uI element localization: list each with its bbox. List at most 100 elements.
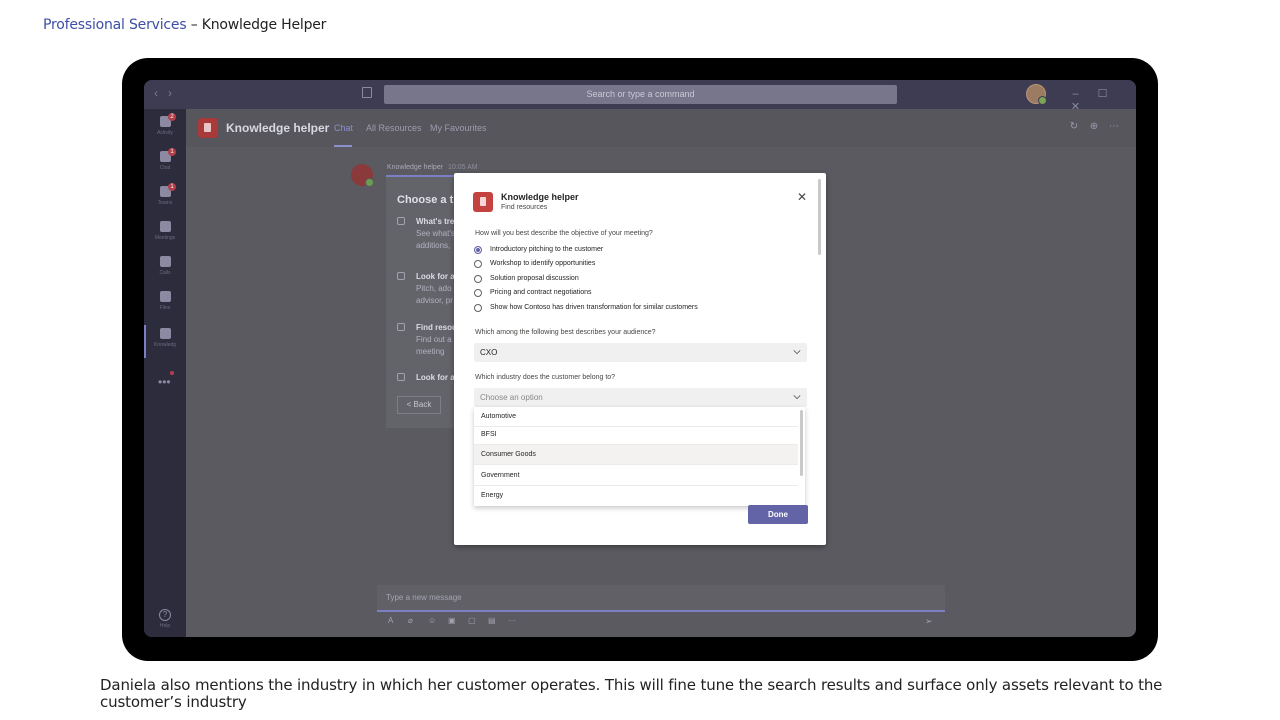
back-arrow-icon[interactable]: ‹: [154, 86, 168, 100]
knowledge-icon: [159, 328, 171, 339]
card-option-title: What's tre: [416, 217, 455, 226]
dialog-subtitle: Find resources: [501, 204, 548, 211]
card-title: Choose a t: [397, 194, 454, 206]
meet-now-icon[interactable]: ▤: [488, 616, 508, 625]
rail-item-files[interactable]: Files: [144, 288, 186, 321]
radio-label: Introductory pitching to the customer: [490, 246, 604, 253]
rail-item-meetings[interactable]: Meetings: [144, 218, 186, 251]
rail-item-calls[interactable]: Calls: [144, 253, 186, 286]
industry-option-energy[interactable]: Energy: [474, 486, 798, 506]
card-option-desc: See what's: [416, 229, 455, 238]
message-composer[interactable]: Type a new message: [377, 585, 945, 612]
question-industry: Which industry does the customer belong …: [475, 374, 616, 381]
tab-chat[interactable]: Chat: [334, 123, 353, 133]
rail-item-knowledge[interactable]: Knowledg: [144, 325, 186, 358]
sticker-icon[interactable]: ▢: [468, 616, 488, 625]
rail-item-activity[interactable]: 2 Activity: [144, 113, 186, 146]
industry-option-automotive[interactable]: Automotive: [474, 407, 798, 427]
app-name: Knowledge helper: [226, 121, 330, 135]
bot-avatar: [351, 164, 374, 187]
phone-icon: [159, 256, 171, 267]
more-options-icon[interactable]: ⋯: [1104, 121, 1124, 132]
attach-icon[interactable]: ⌀: [408, 616, 428, 625]
knowledge-helper-logo-icon: [198, 118, 218, 138]
tab-all-resources[interactable]: All Resources: [366, 123, 422, 133]
close-icon[interactable]: ✕: [794, 189, 810, 205]
audience-select-value: CXO: [480, 348, 498, 357]
industry-option-bfsi[interactable]: BFSI: [474, 425, 798, 445]
industry-select[interactable]: Choose an option: [474, 388, 807, 407]
audience-select[interactable]: CXO: [474, 343, 807, 362]
gif-icon[interactable]: ▣: [448, 616, 468, 625]
dialog-title: Knowledge helper: [501, 192, 579, 202]
industry-option-government[interactable]: Government: [474, 466, 798, 486]
message-sender: Knowledge helper: [387, 164, 444, 171]
emoji-icon[interactable]: ☺: [428, 616, 448, 625]
rail-item-help[interactable]: ? Help: [144, 609, 186, 629]
message-time: 10:05 AM: [448, 164, 478, 171]
title-bar: ‹› Search or type a command – ☐✕: [144, 80, 1136, 113]
composer-toolbar: A ⌀ ☺ ▣ ▢ ▤ ⋯: [388, 616, 528, 625]
chat-badge: 1: [168, 148, 176, 156]
composer-placeholder: Type a new message: [386, 593, 462, 602]
card-option-desc: meeting: [416, 347, 445, 356]
active-tab-indicator: [334, 145, 352, 147]
rail-label: Calls: [159, 270, 171, 276]
maximize-icon[interactable]: ☐: [1089, 87, 1116, 100]
minimize-icon[interactable]: –: [1062, 88, 1089, 100]
send-icon[interactable]: ➢: [925, 616, 933, 627]
card-option-title: Look for a: [416, 272, 455, 281]
radio-icon: [474, 304, 482, 312]
header-actions: ↻ ⊕ ⋯: [1064, 121, 1124, 132]
forward-arrow-icon[interactable]: ›: [168, 86, 182, 100]
radio-label: Solution proposal discussion: [490, 275, 579, 282]
radio-icon: [474, 260, 482, 268]
rail-label: Meetings: [154, 235, 176, 241]
rail-label: Teams: [157, 200, 173, 206]
industry-select-placeholder: Choose an option: [480, 393, 543, 402]
more-apps-icon[interactable]: •••: [158, 375, 171, 389]
radio-checked-icon: [474, 246, 482, 254]
dialog-scrollbar[interactable]: [818, 179, 821, 255]
rail-label: Files: [159, 305, 171, 311]
search-icon: [397, 323, 405, 331]
rail-label: Knowledg: [154, 342, 176, 348]
teams-badge: 1: [168, 183, 176, 191]
card-option-desc: advisor, pr: [416, 296, 453, 305]
dropdown-scrollbar[interactable]: [800, 410, 803, 476]
chevron-down-icon: [793, 350, 801, 355]
nav-arrows[interactable]: ‹›: [154, 86, 182, 100]
rail-label: Activity: [157, 130, 173, 136]
more-compose-icon[interactable]: ⋯: [508, 616, 528, 625]
globe-icon[interactable]: ⊕: [1084, 121, 1104, 132]
task-module-dialog: Knowledge helper Find resources ✕ How wi…: [454, 173, 826, 545]
question-audience: Which among the following best describes…: [475, 329, 656, 336]
card-option-desc: Find out a: [416, 335, 452, 344]
rail-item-chat[interactable]: 1 Chat: [144, 148, 186, 181]
new-chat-icon[interactable]: [362, 87, 372, 98]
radio-label: Show how Contoso has driven transformati…: [490, 304, 698, 311]
document-icon: [397, 272, 405, 280]
format-icon[interactable]: A: [388, 616, 408, 625]
tab-my-favourites[interactable]: My Favourites: [430, 123, 487, 133]
radio-icon: [474, 289, 482, 297]
app-header: Knowledge helper Chat All Resources My F…: [186, 109, 1136, 147]
file-icon: [159, 291, 171, 302]
card-option-title: Look for a: [416, 373, 455, 382]
rail-item-teams[interactable]: 1 Teams: [144, 183, 186, 216]
industry-option-consumer-goods[interactable]: Consumer Goods: [474, 445, 798, 465]
card-option-title: Find resou: [416, 323, 457, 332]
user-avatar[interactable]: [1026, 84, 1047, 105]
refresh-icon[interactable]: ↻: [1064, 121, 1084, 132]
rail-label: Chat: [159, 165, 171, 171]
message-meta: Knowledge helper 10:05 AM: [387, 164, 478, 171]
radio-label: Pricing and contract negotiations: [490, 289, 592, 296]
card-option-desc: Pitch, ado: [416, 284, 452, 293]
back-button[interactable]: < Back: [397, 396, 441, 414]
slide-caption: Daniela also mentions the industry in wh…: [100, 676, 1163, 711]
card-option-desc: additions,: [416, 241, 451, 250]
device-frame: ‹› Search or type a command – ☐✕ 2 Activi…: [122, 58, 1158, 661]
done-button[interactable]: Done: [748, 505, 808, 524]
industry-dropdown-list: Automotive BFSI Consumer Goods Governmen…: [474, 407, 805, 506]
command-search-input[interactable]: Search or type a command: [384, 85, 897, 104]
